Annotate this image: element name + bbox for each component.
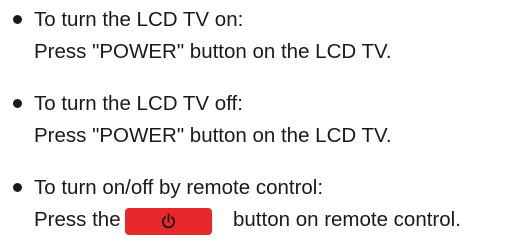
power-icon: [162, 213, 175, 229]
instruction-list: To turn the LCD TV on: Press "POWER" but…: [0, 0, 516, 246]
instruction-after-text: button on remote control.: [233, 208, 461, 231]
bullet-icon: [13, 183, 22, 192]
list-item-turn-on: To turn the LCD TV on: Press "POWER" but…: [0, 2, 516, 66]
bullet-icon: [13, 99, 22, 108]
instruction-before-text: Press the: [34, 208, 121, 231]
item-heading: To turn the LCD TV off:: [34, 92, 243, 115]
item-instruction: Press "POWER" button on the LCD TV.: [34, 124, 392, 147]
item-heading: To turn on/off by remote control:: [34, 176, 324, 199]
item-heading: To turn the LCD TV on:: [34, 8, 244, 31]
remote-power-button: [125, 208, 212, 235]
bullet-icon: [13, 15, 22, 24]
item-instruction: Press "POWER" button on the LCD TV.: [34, 40, 392, 63]
list-item-remote-control: To turn on/off by remote control: Press …: [0, 170, 516, 235]
list-item-turn-off: To turn the LCD TV off: Press "POWER" bu…: [0, 86, 516, 150]
